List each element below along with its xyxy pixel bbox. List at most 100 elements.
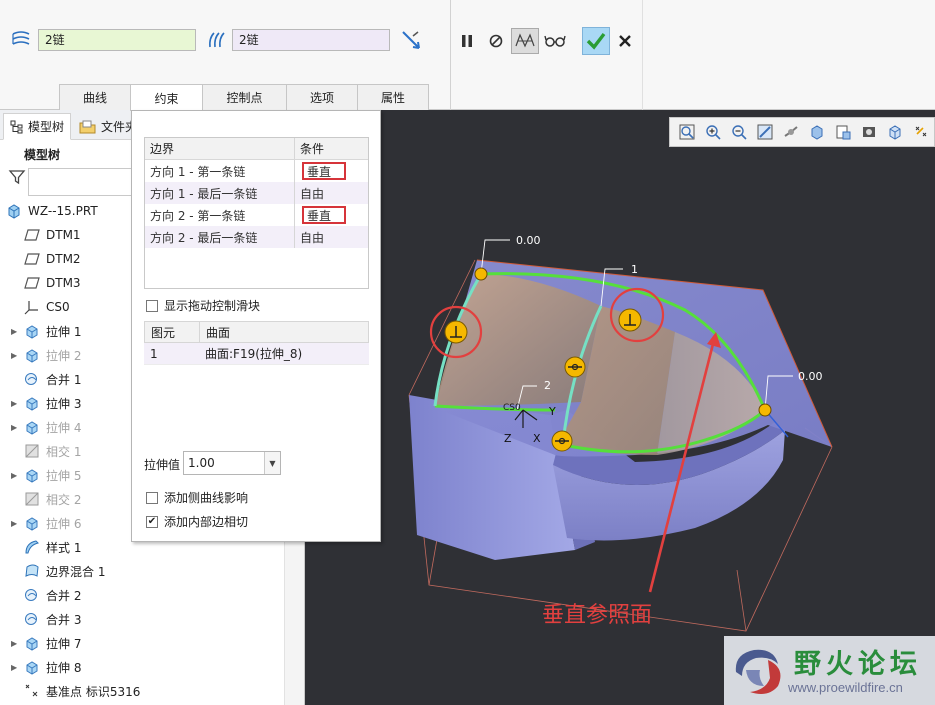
add-side-curve-checkbox[interactable] bbox=[146, 491, 158, 504]
part-icon bbox=[6, 203, 22, 219]
tangency-handle[interactable] bbox=[564, 356, 586, 378]
boundary-conditions-table: 边界 条件 方向 1 - 第一条链 垂直 方向 1 - 最后一条链 自由 方向 2 - … bbox=[144, 137, 369, 289]
drag-handle[interactable] bbox=[474, 267, 488, 281]
tree-item[interactable]: ▶ 拉伸 7 bbox=[0, 631, 304, 655]
show-drag-handles-option[interactable]: 显示拖动控制滑块 bbox=[146, 297, 260, 314]
tree-item[interactable]: 合并 3 bbox=[0, 607, 304, 631]
boundary-name: 方向 2 - 最后一条链 bbox=[145, 226, 295, 248]
tab-options[interactable]: 选项 bbox=[286, 84, 358, 110]
spin-center-icon[interactable] bbox=[780, 121, 802, 143]
extrude-icon bbox=[24, 635, 40, 651]
boundary-name: 方向 1 - 第一条链 bbox=[145, 160, 295, 182]
view-manager-icon[interactable] bbox=[832, 121, 854, 143]
boundary-column-header: 边界 bbox=[145, 138, 295, 159]
tab-control-points[interactable]: 控制点 bbox=[202, 84, 287, 110]
tree-item-label: 样式 1 bbox=[46, 540, 82, 555]
second-direction-chain-field[interactable]: 2链 bbox=[232, 29, 390, 51]
first-direction-chain-field[interactable]: 2链 bbox=[38, 29, 196, 51]
perspective-icon[interactable] bbox=[884, 121, 906, 143]
display-style-icon[interactable] bbox=[858, 121, 880, 143]
boundary-blend-icon bbox=[24, 563, 40, 579]
watermark-title: 野火论坛 bbox=[794, 649, 922, 680]
tab-constraints[interactable]: 约束 bbox=[130, 84, 203, 111]
pause-icon[interactable] bbox=[458, 31, 476, 51]
tab-model-tree[interactable]: 模型树 bbox=[3, 113, 72, 140]
expand-arrow-icon[interactable]: ▶ bbox=[11, 511, 19, 535]
constraints-panel: 边界 条件 方向 1 - 第一条链 垂直 方向 1 - 最后一条链 自由 方向 2 - … bbox=[131, 110, 381, 542]
datum-display-icon[interactable] bbox=[910, 121, 932, 143]
tree-item-label: 相交 1 bbox=[46, 444, 82, 459]
add-inner-edge-option[interactable]: ✔ 添加内部边相切 bbox=[146, 513, 248, 530]
element-row[interactable]: 1 曲面:F19(拉伸_8) bbox=[144, 343, 369, 365]
expand-arrow-icon[interactable]: ▶ bbox=[11, 415, 19, 439]
dimension-label-top[interactable]: 0.00 bbox=[516, 234, 541, 247]
tree-item[interactable]: 基准点 标识5316 bbox=[0, 679, 304, 703]
model-viewport[interactable]: 0.00 0.00 1 2 CS0 Y Z X 垂直参照面 bbox=[305, 110, 935, 705]
folder-icon bbox=[79, 119, 97, 135]
tree-item-label: WZ--15.PRT bbox=[28, 204, 98, 218]
add-side-curve-option[interactable]: 添加侧曲线影响 bbox=[146, 489, 248, 506]
tab-properties[interactable]: 属性 bbox=[357, 84, 429, 110]
drag-handle[interactable] bbox=[758, 403, 772, 417]
expand-arrow-icon[interactable]: ▶ bbox=[11, 319, 19, 343]
condition-value[interactable]: 自由 bbox=[300, 228, 324, 246]
no-preview-icon[interactable] bbox=[486, 31, 506, 51]
add-inner-edge-label: 添加内部边相切 bbox=[164, 515, 249, 529]
merge-icon bbox=[24, 371, 40, 387]
second-direction-icon[interactable] bbox=[205, 28, 229, 52]
normal-constraint-handle[interactable] bbox=[618, 308, 642, 332]
tree-item-label: 拉伸 6 bbox=[46, 516, 82, 531]
expand-arrow-icon[interactable]: ▶ bbox=[11, 343, 19, 367]
condition-value[interactable]: 垂直 bbox=[302, 162, 346, 180]
stretch-value-input[interactable]: 1.00 bbox=[184, 452, 264, 474]
boundary-row[interactable]: 方向 1 - 第一条链 垂直 bbox=[145, 160, 368, 182]
stretch-value-label: 拉伸值 bbox=[144, 458, 181, 472]
tree-item-label: 拉伸 8 bbox=[46, 660, 82, 675]
expand-arrow-icon[interactable]: ▶ bbox=[11, 391, 19, 415]
condition-value[interactable]: 垂直 bbox=[302, 206, 346, 224]
show-drag-handles-checkbox[interactable] bbox=[146, 299, 158, 312]
zoom-refit-icon[interactable] bbox=[676, 121, 698, 143]
filter-icon[interactable] bbox=[8, 168, 26, 188]
expand-arrow-icon[interactable]: ▶ bbox=[11, 655, 19, 679]
dashboard: 2链 2链 曲线 约束 控制点 选项 属性 bbox=[0, 0, 935, 111]
tree-item-label: 拉伸 5 bbox=[46, 468, 82, 483]
tree-item[interactable]: 合并 2 bbox=[0, 583, 304, 607]
zoom-in-icon[interactable] bbox=[702, 121, 724, 143]
element-table-header: 图元 曲面 bbox=[144, 321, 369, 343]
extrude-icon bbox=[24, 419, 40, 435]
chevron-down-icon[interactable]: ▼ bbox=[264, 452, 280, 474]
tree-search-input[interactable] bbox=[28, 168, 138, 196]
repaint-icon[interactable] bbox=[754, 121, 776, 143]
mesh-preview-icon[interactable] bbox=[511, 28, 539, 54]
add-side-curve-label: 添加侧曲线影响 bbox=[164, 491, 249, 505]
datum-plane-icon bbox=[24, 227, 40, 243]
stretch-value-combo[interactable]: 1.00 ▼ bbox=[183, 451, 281, 475]
boundary-row[interactable]: 方向 2 - 第一条链 垂直 bbox=[145, 204, 368, 226]
boundary-row[interactable]: 方向 2 - 最后一条链 自由 bbox=[145, 226, 368, 248]
show-drag-handles-label: 显示拖动控制滑块 bbox=[164, 299, 261, 313]
axis-x-label: X bbox=[533, 432, 541, 445]
merge-icon bbox=[24, 587, 40, 603]
tab-curves[interactable]: 曲线 bbox=[59, 84, 131, 110]
tangency-handle[interactable] bbox=[551, 430, 573, 452]
tree-item[interactable]: ▶ 拉伸 8 bbox=[0, 655, 304, 679]
first-direction-icon[interactable] bbox=[9, 28, 33, 52]
expand-arrow-icon[interactable]: ▶ bbox=[11, 463, 19, 487]
dimension-label-right[interactable]: 0.00 bbox=[798, 370, 823, 383]
tree-item-label: 合并 3 bbox=[46, 612, 82, 627]
boundary-row[interactable]: 方向 1 - 最后一条链 自由 bbox=[145, 182, 368, 204]
saved-views-icon[interactable] bbox=[806, 121, 828, 143]
graphics-window[interactable]: 0.00 0.00 1 2 CS0 Y Z X 垂直参照面 bbox=[305, 110, 935, 705]
add-inner-edge-checkbox[interactable]: ✔ bbox=[146, 515, 158, 528]
normal-constraint-handle[interactable] bbox=[444, 320, 468, 344]
expand-arrow-icon[interactable]: ▶ bbox=[11, 631, 19, 655]
verify-glasses-icon[interactable] bbox=[543, 30, 567, 52]
cancel-x-icon[interactable] bbox=[616, 31, 634, 51]
confirm-check-icon[interactable] bbox=[582, 27, 610, 55]
extrude-icon bbox=[24, 395, 40, 411]
tree-item[interactable]: 边界混合 1 bbox=[0, 559, 304, 583]
condition-value[interactable]: 自由 bbox=[300, 184, 324, 202]
zoom-out-icon[interactable] bbox=[728, 121, 750, 143]
swap-direction-icon[interactable] bbox=[399, 28, 423, 52]
